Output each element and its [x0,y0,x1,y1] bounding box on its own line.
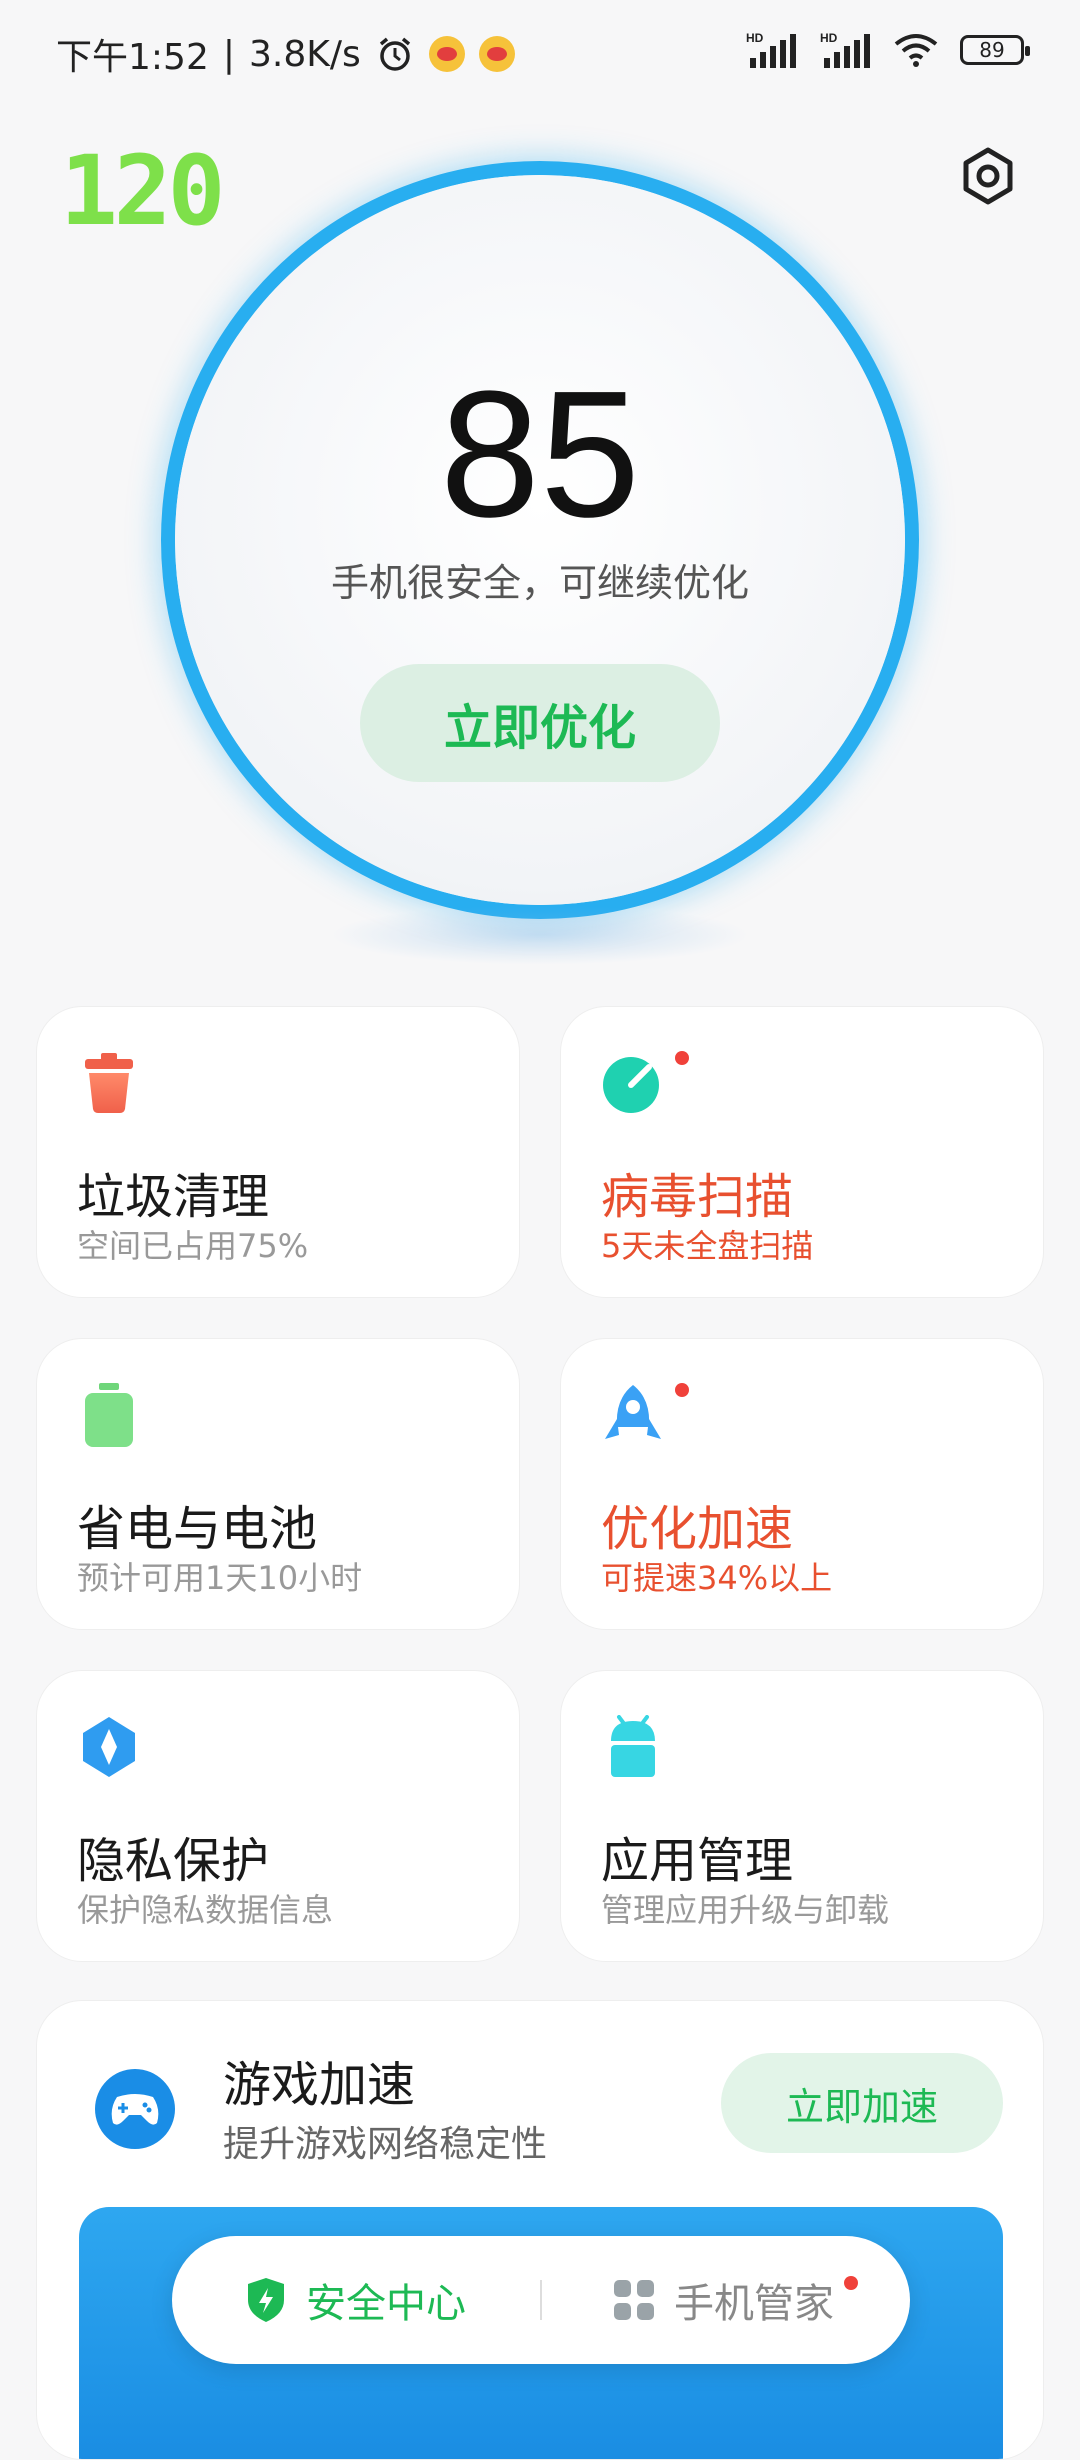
card-junk-cleanup[interactable]: 垃圾清理 空间已占用75% [36,1006,520,1298]
notification-dot [675,1051,689,1065]
privacy-shield-icon [83,1717,135,1777]
tab-phone-manager[interactable]: 手机管家 [612,2236,834,2364]
android-icon [611,1715,655,1777]
card-subtitle: 5天未全盘扫描 [601,1227,814,1265]
tab-security-center[interactable]: 安全中心 [244,2236,466,2364]
card-title: 应用管理 [601,1833,794,1889]
card-virus-scan[interactable]: 病毒扫描 5天未全盘扫描 [560,1006,1044,1298]
network-speed: 3.8K/s [248,33,361,75]
shield-bolt-icon [248,2278,284,2322]
tab-label: 手机管家 [674,2281,834,2327]
card-subtitle: 管理应用升级与卸载 [601,1891,890,1929]
card-title: 省电与电池 [77,1501,318,1557]
card-title: 隐私保护 [77,1833,270,1889]
gamepad-icon [95,2069,175,2149]
status-right: HD HD 89 [746,30,1030,70]
status-bar: 下午1:52 | 3.8K/s HD HD 89 [0,0,1080,100]
card-title: 病毒扫描 [601,1169,794,1225]
weibo-icon [478,36,515,72]
card-subtitle: 空间已占用75% [77,1227,309,1265]
svg-text:HD: HD [746,31,764,45]
trash-icon [85,1053,133,1113]
rocket-icon [605,1385,661,1439]
notification-dot [675,1383,689,1397]
bottom-nav: 安全中心 手机管家 [172,2236,910,2364]
security-score: 85 [439,354,641,555]
status-left: 下午1:52 | 3.8K/s [56,28,515,80]
status-time: 下午1:52 [56,37,209,78]
ring-shadow [330,905,750,965]
battery-level: 89 [979,38,1005,62]
card-subtitle: 可提速34%以上 [601,1559,833,1597]
card-subtitle: 保护隐私数据信息 [77,1891,334,1929]
wifi-icon [894,34,938,67]
refresh-rate-badge: 120 [60,135,225,247]
hd-signal-icon: HD [820,31,870,68]
optimize-now-button[interactable]: 立即优化 [360,664,720,782]
battery-icon: 89 [960,35,1030,65]
card-title: 垃圾清理 [77,1169,270,1225]
card-title: 优化加速 [601,1501,794,1557]
settings-hex-icon[interactable] [956,144,1020,208]
game-subtitle: 提升游戏网络稳定性 [223,2124,548,2165]
grid-apps-icon [614,2280,654,2320]
svg-text:HD: HD [820,31,838,45]
nav-divider [540,2280,542,2320]
battery-saver-icon [85,1383,133,1447]
card-privacy-protection[interactable]: 隐私保护 保护隐私数据信息 [36,1670,520,1962]
card-subtitle: 预计可用1天10小时 [77,1559,363,1597]
virus-scan-icon [603,1057,659,1113]
card-game-acceleration[interactable]: 游戏加速 提升游戏网络稳定性 立即加速 [36,2000,1044,2460]
notification-dot [844,2276,858,2290]
accelerate-now-button[interactable]: 立即加速 [721,2053,1003,2153]
score-status-text: 手机很安全，可继续优化 [330,561,749,605]
alarm-icon [379,37,410,71]
card-app-management[interactable]: 应用管理 管理应用升级与卸载 [560,1670,1044,1962]
hd-signal-icon: HD [746,31,796,68]
game-title: 游戏加速 [223,2057,416,2113]
tab-label: 安全中心 [306,2281,466,2327]
weibo-icon [428,36,465,72]
card-optimize-speed[interactable]: 优化加速 可提速34%以上 [560,1338,1044,1630]
card-battery[interactable]: 省电与电池 预计可用1天10小时 [36,1338,520,1630]
